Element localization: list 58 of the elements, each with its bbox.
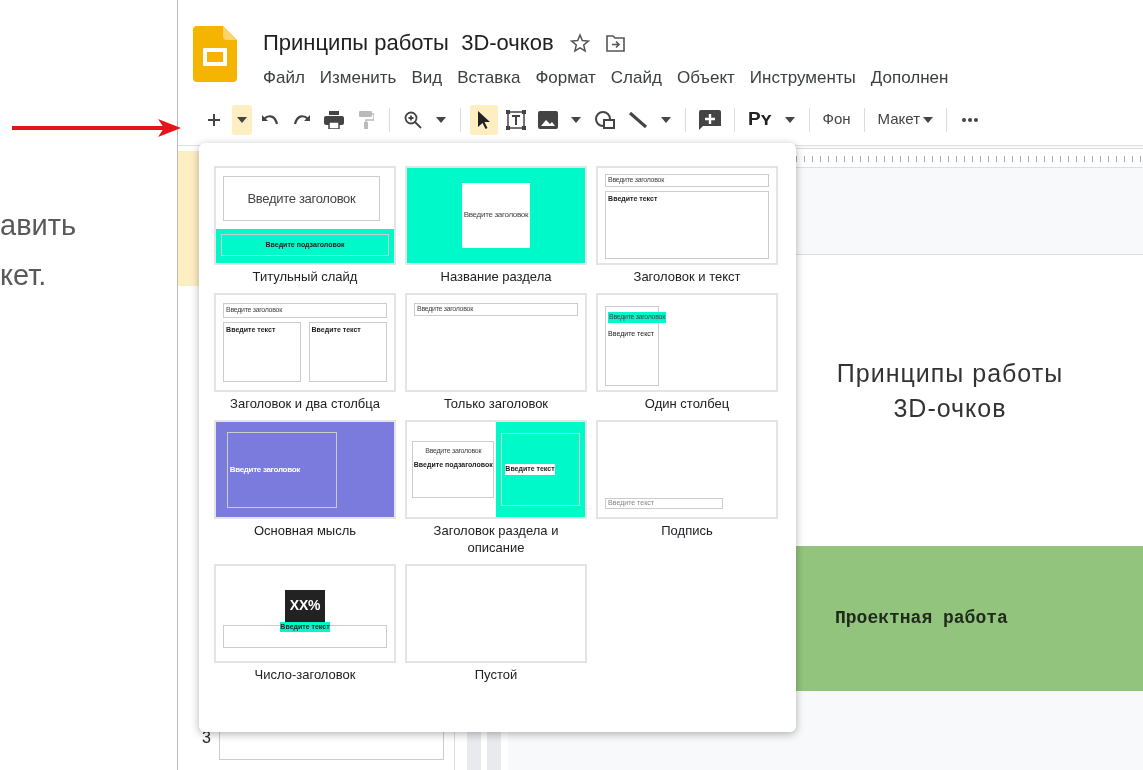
layout-label[interactable]: Заголовок и текст [623, 268, 751, 285]
shapes-icon [594, 109, 616, 130]
layout-thumbnail[interactable]: Введите заголовок [405, 166, 587, 265]
menu-item[interactable]: Файл [263, 65, 305, 91]
layout-label[interactable]: Название раздела [430, 268, 562, 285]
caption-text: кет. [0, 258, 48, 293]
plus-icon [206, 111, 222, 128]
layout-label[interactable]: Основная мысль [243, 522, 367, 539]
menu-item[interactable]: Формат [535, 65, 596, 91]
layout-label[interactable]: Заголовок и два столбца [220, 395, 390, 412]
menu-item[interactable]: Слайд [610, 65, 662, 91]
thumbnail-heading: Введите заголовок [247, 189, 356, 208]
move-folder-icon[interactable] [605, 33, 626, 52]
thumbnail-heading: Введите заголовок [229, 463, 300, 476]
caption-text: авить [0, 208, 78, 243]
menu-item[interactable]: Вставка [457, 65, 521, 91]
layout-label[interactable]: Пустой [464, 666, 528, 683]
slide-title: Принципы работы 3D-очков [836, 357, 1064, 424]
caret-icon [436, 116, 446, 123]
layout-label[interactable]: Число-заголовок [244, 666, 366, 683]
paint-roller-icon [358, 110, 374, 129]
caret-icon [571, 116, 581, 123]
cursor-icon [477, 110, 491, 129]
toolbar-button[interactable]: Фон [818, 104, 855, 135]
menu-item[interactable]: Инструменты [749, 65, 856, 91]
printer-icon [324, 110, 344, 129]
layout-label[interactable]: Заголовок раздела и описание [405, 522, 587, 556]
menu-item[interactable]: Вид [411, 65, 443, 91]
text-box-icon [506, 109, 526, 130]
caret-icon [784, 116, 795, 123]
caret-icon [661, 116, 671, 123]
image-icon [538, 110, 558, 129]
caret-button[interactable] [232, 104, 252, 135]
slides-logo-icon [193, 26, 239, 82]
redo-icon [293, 113, 311, 126]
add-comment-icon [699, 109, 721, 130]
thumbnail-heading: Введите заголовок [463, 209, 529, 222]
more-icon [962, 117, 978, 122]
thumbnail-number: XX% [289, 596, 321, 616]
document-title[interactable]: Принципы работы 3D-очков [263, 26, 554, 59]
cursor-button[interactable] [470, 104, 498, 135]
line-icon [628, 110, 648, 129]
menu-item[interactable]: Дополнен [870, 65, 949, 91]
layout-label[interactable]: Только заголовок [433, 395, 559, 412]
menu-item[interactable]: Объект [676, 65, 735, 91]
slide-subtitle: Проектная работа [835, 607, 1008, 630]
undo-icon [261, 113, 279, 126]
layout-label[interactable]: Подпись [651, 522, 723, 539]
star-icon[interactable] [569, 32, 590, 53]
layout-label[interactable]: Титульный слайд [242, 268, 368, 285]
layout-dropdown[interactable]: Макет [873, 104, 937, 135]
layout-label[interactable]: Один столбец [634, 395, 740, 412]
zoom-icon [404, 110, 422, 129]
layout-thumbnail[interactable] [405, 564, 587, 663]
menu-item[interactable]: Изменить [319, 65, 397, 91]
layout-thumbnail[interactable]: Введите заголовок [214, 420, 396, 519]
toolbar-button[interactable]: Pʏ [744, 104, 776, 135]
caret-icon [237, 116, 247, 123]
